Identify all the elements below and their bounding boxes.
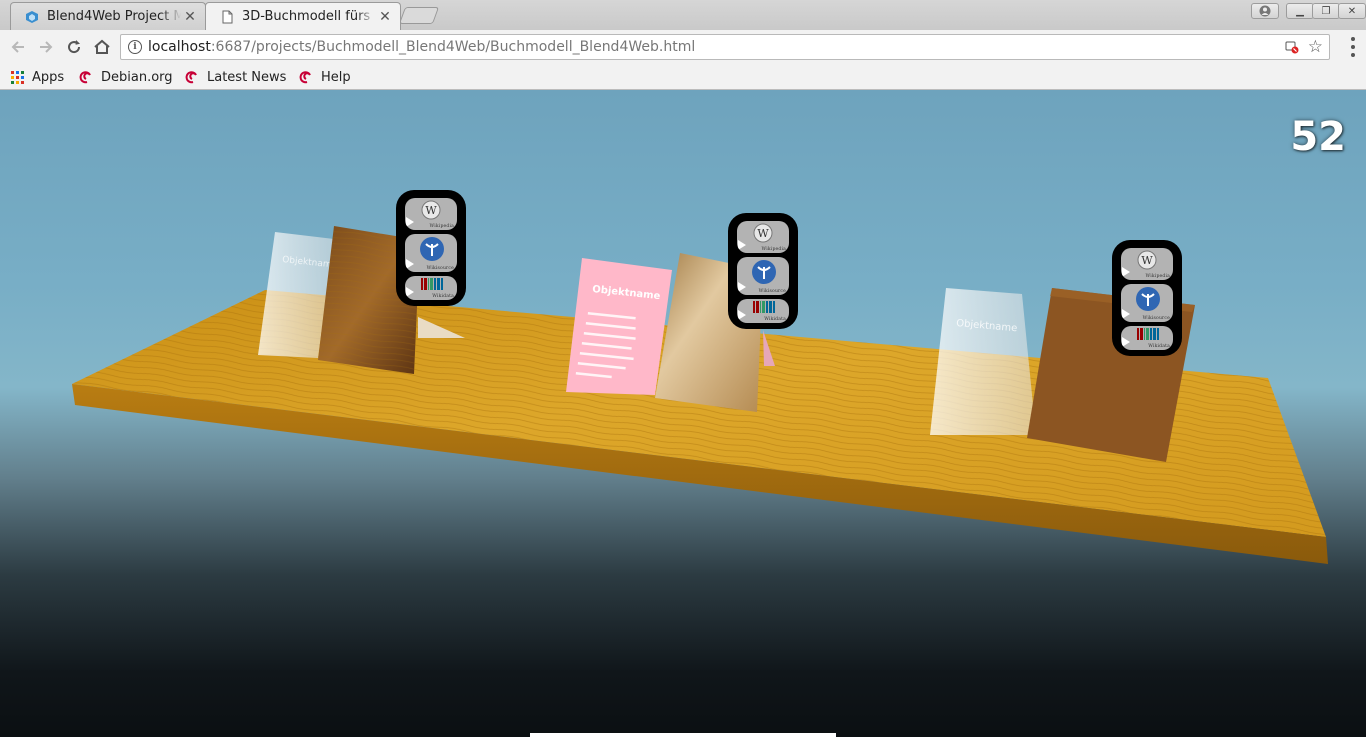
- blocked-content-icon[interactable]: [1285, 40, 1299, 54]
- profile-button[interactable]: [1251, 3, 1279, 19]
- wikisource-button[interactable]: Wikisource: [405, 234, 457, 272]
- close-icon: ✕: [1347, 5, 1357, 17]
- wikipedia-button[interactable]: W Wikipedia: [737, 221, 789, 253]
- apps-grid-icon: [11, 70, 24, 84]
- arrow-left-icon: [11, 41, 24, 53]
- wikidata-icon: [753, 301, 775, 313]
- wikipedia-button[interactable]: W Wikipedia: [1121, 248, 1173, 280]
- bookmarks-bar: Apps Debian.org Latest News Help: [0, 64, 1366, 90]
- address-bar[interactable]: i localhost:6687/projects/Buchmodell_Ble…: [120, 34, 1330, 60]
- user-icon: [1259, 5, 1271, 17]
- bookmark-label: Debian.org: [101, 69, 173, 85]
- play-icon: [406, 217, 414, 227]
- forward-button[interactable]: [35, 36, 57, 58]
- maximize-icon: ❐: [1321, 5, 1331, 17]
- wikidata-button[interactable]: Wikidata: [405, 276, 457, 300]
- wikipedia-icon: W: [1137, 250, 1157, 270]
- wikisource-icon: [1136, 287, 1160, 311]
- loading-bar: [530, 733, 836, 737]
- minimize-icon: ▁: [1296, 5, 1304, 17]
- wikidata-icon: [421, 278, 443, 290]
- tab-title: Blend4Web Project M: [47, 9, 181, 24]
- reload-button[interactable]: [63, 36, 85, 58]
- bookmark-label: Latest News: [207, 69, 287, 85]
- close-tab-icon[interactable]: ✕: [181, 9, 199, 25]
- bookmark-help[interactable]: Help: [299, 67, 351, 87]
- wikisource-icon: [752, 260, 776, 284]
- bookmark-apps[interactable]: Apps: [11, 67, 64, 87]
- svg-text:W: W: [757, 227, 769, 240]
- play-icon: [738, 282, 746, 292]
- play-icon: [738, 240, 746, 250]
- play-icon: [406, 287, 414, 297]
- new-tab-button[interactable]: [398, 7, 440, 24]
- wikipedia-icon: W: [753, 223, 773, 243]
- link-panel-book-2: W Wikipedia Wikisource Wikidata: [728, 213, 798, 329]
- home-icon: [94, 39, 110, 54]
- arrow-right-icon: [40, 41, 53, 53]
- tab-3d-buchmodell[interactable]: 3D-Buchmodell fürs ✕: [205, 2, 401, 30]
- play-icon: [1122, 309, 1130, 319]
- tab-strip: Blend4Web Project M ✕ 3D-Buchmodell fürs…: [0, 0, 1366, 30]
- wikidata-button[interactable]: Wikidata: [1121, 326, 1173, 350]
- svg-text:W: W: [425, 204, 437, 217]
- close-window-button[interactable]: ✕: [1338, 3, 1366, 19]
- debian-icon: [185, 71, 197, 84]
- info-card-3: [930, 288, 1036, 435]
- home-button[interactable]: [91, 36, 113, 58]
- wikidata-button[interactable]: Wikidata: [737, 299, 789, 323]
- wikisource-icon: [420, 237, 444, 261]
- url-text[interactable]: localhost:6687/projects/Buchmodell_Blend…: [148, 39, 695, 55]
- reload-icon: [68, 40, 81, 54]
- wikipedia-button[interactable]: W Wikipedia: [405, 198, 457, 230]
- play-icon: [1122, 337, 1130, 347]
- maximize-button[interactable]: ❐: [1312, 3, 1340, 19]
- close-tab-icon[interactable]: ✕: [376, 9, 394, 25]
- browser-menu-icon[interactable]: [1350, 37, 1356, 57]
- page-icon: [222, 10, 233, 23]
- play-icon: [1122, 267, 1130, 277]
- debian-icon: [299, 71, 311, 84]
- play-icon: [406, 259, 414, 269]
- bookmark-star-icon[interactable]: ☆: [1308, 37, 1323, 57]
- back-button[interactable]: [7, 36, 29, 58]
- wikidata-icon: [1137, 328, 1159, 340]
- tab-blend4web-project-manager[interactable]: Blend4Web Project M ✕: [10, 2, 206, 30]
- webgl-viewport[interactable]: Objektname Objektname Objektname W Wikip…: [0, 90, 1366, 737]
- minimize-button[interactable]: ▁: [1286, 3, 1314, 19]
- browser-toolbar: i localhost:6687/projects/Buchmodell_Ble…: [0, 30, 1366, 64]
- tab-title: 3D-Buchmodell fürs: [242, 9, 371, 24]
- link-panel-book-3: W Wikipedia Wikisource Wikidata: [1112, 240, 1182, 356]
- fps-counter: 52: [1290, 114, 1346, 160]
- bookmark-debian[interactable]: Debian.org: [79, 67, 173, 87]
- debian-icon: [79, 71, 91, 84]
- bookmark-label: Help: [321, 69, 351, 85]
- wikisource-button[interactable]: Wikisource: [1121, 284, 1173, 322]
- play-icon: [738, 310, 746, 320]
- blend4web-icon: [26, 10, 38, 23]
- bookmark-latest-news[interactable]: Latest News: [185, 67, 286, 87]
- bookmark-label: Apps: [32, 69, 65, 85]
- info-icon[interactable]: i: [128, 40, 142, 54]
- scene-render: Objektname Objektname Objektname: [72, 226, 1328, 564]
- link-panel-book-1: W Wikipedia Wikisource Wikidata: [396, 190, 466, 306]
- wikisource-button[interactable]: Wikisource: [737, 257, 789, 295]
- wikipedia-icon: W: [421, 200, 441, 220]
- svg-text:W: W: [1141, 254, 1153, 267]
